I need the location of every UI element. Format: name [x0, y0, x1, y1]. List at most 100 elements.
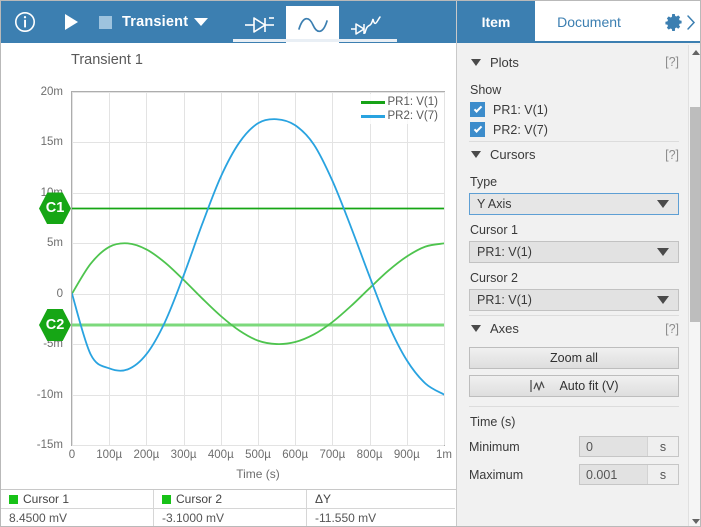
time-minimum-row: Minimum 0 s: [469, 436, 679, 457]
auto-fit-label: Auto fit (V): [559, 379, 619, 393]
legend-item[interactable]: PR2: V(7): [360, 110, 439, 122]
cursor-readout-table: Cursor 1 8.4500 mV Cursor 2 -3.1000 mV ΔY -11…: [1, 489, 456, 526]
cursor2-source-value: PR1: V(1): [477, 293, 532, 307]
status-column-header: Cursor 2: [154, 490, 306, 509]
analysis-type-label[interactable]: Transient: [122, 14, 188, 30]
y-tick-label: 20m: [40, 86, 63, 98]
x-axis-label: Time (s): [236, 467, 280, 481]
triangle-down-icon: [692, 518, 700, 524]
cursor-lines: [72, 207, 444, 327]
simulation-plot-window: Transient Transient 1 Time (s) 20m 15m 5…: [0, 0, 701, 527]
time-maximum-row: Maximum 0.001 s: [469, 464, 679, 485]
section-header-axes[interactable]: Axes [?]: [469, 315, 679, 341]
analysis-type-dropdown-button[interactable]: [188, 1, 214, 43]
help-cursors[interactable]: [?]: [665, 148, 679, 162]
info-circle-icon[interactable]: [8, 1, 42, 43]
maximum-value[interactable]: 0.001: [580, 465, 647, 484]
plot-label-pr2: PR2: V(7): [493, 122, 548, 137]
caret-down-icon: [471, 325, 481, 332]
y-tick-label: 0: [56, 287, 63, 300]
x-tick-label: 0: [68, 449, 76, 461]
legend-label: PR1: V(1): [387, 96, 439, 108]
mode-tab-transient[interactable]: [286, 6, 339, 43]
properties-panel: Item Document Plots [?] Show PR1: V(1) P…: [456, 1, 700, 526]
cursor-type-value: Y Axis: [477, 197, 512, 211]
chevron-down-icon: [194, 18, 209, 26]
gridline-vertical: [444, 92, 445, 445]
chevron-down-icon: [657, 296, 669, 304]
cursor2-label: Cursor 2: [470, 271, 518, 285]
waveform-curves: [72, 118, 444, 396]
caret-down-icon: [471, 151, 481, 158]
section-header-plots[interactable]: Plots [?]: [469, 49, 679, 75]
help-plots[interactable]: [?]: [665, 55, 679, 69]
status-column: Cursor 1 8.4500 mV: [1, 490, 154, 526]
maximum-field[interactable]: 0.001 s: [579, 464, 679, 485]
section-title-cursors: Cursors: [490, 147, 536, 162]
waveform-icon: [530, 380, 546, 392]
show-label: Show: [470, 83, 502, 97]
series-paths: [72, 118, 444, 396]
toolbar-tab-underline: [233, 39, 397, 42]
plot-canvas[interactable]: PR1: V(1) PR2: V(7): [71, 91, 445, 446]
x-tick-label: 600µ: [282, 449, 309, 461]
diode-dc-icon: [244, 16, 274, 33]
plot-legend: PR1: V(1) PR2: V(7): [358, 94, 442, 124]
chevron-down-icon: [657, 200, 669, 208]
run-simulation-button[interactable]: [56, 1, 86, 43]
legend-color-swatch: [360, 114, 385, 118]
scroll-up-button[interactable]: [689, 45, 700, 59]
caret-down-icon: [471, 58, 481, 66]
cursor-type-label: Type: [470, 175, 498, 189]
stop-simulation-button[interactable]: [92, 1, 118, 43]
mode-tab-dc-operating-point[interactable]: [233, 6, 286, 43]
legend-label: PR2: V(7): [387, 110, 439, 122]
plot-toggle-pr2[interactable]: PR2: V(7): [470, 122, 679, 137]
plot-toggle-pr1[interactable]: PR1: V(1): [470, 102, 679, 117]
panel-scrollbar[interactable]: [688, 45, 700, 526]
minimum-field[interactable]: 0 s: [579, 436, 679, 457]
chevron-right-icon[interactable]: [685, 14, 697, 31]
status-column: ΔY -11.550 mV: [307, 490, 455, 526]
x-tick-label: 300µ: [170, 449, 197, 461]
minimum-value[interactable]: 0: [580, 437, 647, 456]
analysis-mode-tabs: [233, 1, 392, 43]
legend-item[interactable]: PR1: V(1): [360, 96, 439, 108]
cursor1-source-select[interactable]: PR1: V(1): [469, 241, 679, 263]
section-header-cursors[interactable]: Cursors [?]: [469, 141, 679, 167]
axes-divider: [469, 406, 679, 407]
help-axes[interactable]: [?]: [665, 322, 679, 336]
cursor-type-select[interactable]: Y Axis: [469, 193, 679, 215]
status-color-swatch: [162, 494, 171, 504]
status-value: -3.1000 mV: [162, 511, 225, 525]
x-tick-label: 800µ: [356, 449, 383, 461]
cursor1-source-value: PR1: V(1): [477, 245, 532, 259]
gear-icon[interactable]: [664, 13, 683, 32]
zoom-all-button[interactable]: Zoom all: [469, 347, 679, 369]
status-header-label: ΔY: [315, 492, 332, 506]
x-tick-label: 200µ: [133, 449, 160, 461]
cursor2-source-select[interactable]: PR1: V(1): [469, 289, 679, 311]
checkbox-pr1[interactable]: [470, 102, 485, 117]
auto-fit-button[interactable]: Auto fit (V): [469, 375, 679, 397]
check-icon: [473, 103, 482, 113]
mode-tab-ac-noise[interactable]: [339, 6, 392, 43]
panel-content: Plots [?] Show PR1: V(1) PR2: V(7) Curso…: [457, 45, 689, 526]
tab-item[interactable]: Item: [457, 1, 535, 43]
x-tick-label: 500µ: [245, 449, 271, 461]
plot-pane: Transient 1 Voltage (V) Time (s) 20m15m1…: [1, 43, 456, 489]
cursor1-label: Cursor 1: [470, 223, 518, 237]
x-tick-label: 700µ: [319, 449, 346, 461]
series-curve: [72, 118, 444, 396]
panel-tab-underline: [457, 41, 700, 43]
status-color-swatch: [9, 494, 18, 504]
top-toolbar: Transient: [1, 1, 456, 43]
scrollbar-thumb[interactable]: [690, 107, 700, 322]
y-axis-ticks: 20m15m10m5m0-5m-10m-15m: [1, 86, 67, 451]
checkbox-pr2[interactable]: [470, 122, 485, 137]
y-tick-label: 15m: [40, 136, 63, 149]
time-axis-label: Time (s): [470, 415, 516, 429]
tab-document[interactable]: Document: [535, 1, 643, 43]
x-tick-label: 400µ: [207, 449, 234, 461]
scroll-down-button[interactable]: [689, 514, 700, 526]
